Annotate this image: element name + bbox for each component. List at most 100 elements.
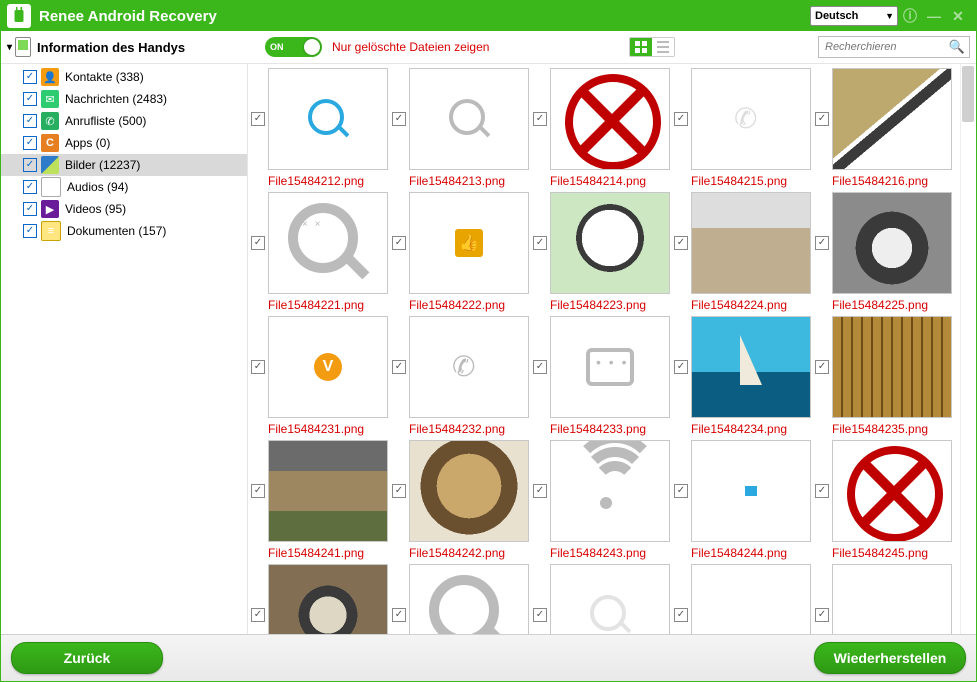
file-cell[interactable]: ✓File15484251.png: [250, 562, 391, 634]
checkbox[interactable]: ✓: [23, 202, 37, 216]
file-cell[interactable]: ✓File15484214.png: [532, 66, 673, 188]
file-thumbnail[interactable]: [268, 68, 388, 170]
info-icon[interactable]: ⓘ: [898, 4, 922, 28]
file-cell[interactable]: ✓File15484245.png: [814, 438, 955, 560]
file-cell[interactable]: ✓File15484244.png: [673, 438, 814, 560]
file-thumbnail[interactable]: [550, 68, 670, 170]
file-cell[interactable]: ✓File15484213.png: [391, 66, 532, 188]
file-checkbox[interactable]: ✓: [251, 608, 265, 622]
sidebar-item-messages[interactable]: ✓✉Nachrichten (2483): [1, 88, 247, 110]
file-checkbox[interactable]: ✓: [815, 360, 829, 374]
sidebar-item-audio[interactable]: ✓▶Audios (94): [1, 176, 247, 198]
file-thumbnail[interactable]: [268, 192, 388, 294]
checkbox[interactable]: ✓: [23, 136, 37, 150]
file-cell[interactable]: ✓File15484242.png: [391, 438, 532, 560]
file-cell[interactable]: ✓File15484252.png: [391, 562, 532, 634]
checkbox[interactable]: ✓: [23, 224, 37, 238]
back-button[interactable]: Zurück: [11, 642, 163, 674]
file-checkbox[interactable]: ✓: [674, 236, 688, 250]
file-thumbnail[interactable]: [832, 68, 952, 170]
sidebar-item-contacts[interactable]: ✓👤Kontakte (338): [1, 66, 247, 88]
file-cell[interactable]: ✓👍File15484222.png: [391, 190, 532, 312]
file-checkbox[interactable]: ✓: [533, 608, 547, 622]
file-thumbnail[interactable]: V: [268, 316, 388, 418]
file-checkbox[interactable]: ✓: [815, 608, 829, 622]
file-checkbox[interactable]: ✓: [533, 236, 547, 250]
file-thumbnail[interactable]: [409, 564, 529, 634]
file-checkbox[interactable]: ✓: [533, 484, 547, 498]
file-cell[interactable]: ✓File15484243.png: [532, 438, 673, 560]
file-cell[interactable]: ✓File15484216.png: [814, 66, 955, 188]
file-checkbox[interactable]: ✓: [674, 608, 688, 622]
file-thumbnail[interactable]: [691, 440, 811, 542]
file-thumbnail[interactable]: [268, 440, 388, 542]
search-icon[interactable]: 🔍: [949, 39, 965, 55]
file-cell[interactable]: ✓File15484241.png: [250, 438, 391, 560]
file-cell[interactable]: ✓File15484221.png: [250, 190, 391, 312]
file-thumbnail[interactable]: ✆: [691, 68, 811, 170]
file-thumbnail[interactable]: [691, 564, 811, 634]
file-checkbox[interactable]: ✓: [533, 360, 547, 374]
checkbox[interactable]: ✓: [23, 180, 37, 194]
close-icon[interactable]: ✕: [946, 4, 970, 28]
file-thumbnail[interactable]: [832, 440, 952, 542]
file-cell[interactable]: ✓File15484233.png: [532, 314, 673, 436]
file-checkbox[interactable]: ✓: [392, 236, 406, 250]
file-cell[interactable]: ✓File15484223.png: [532, 190, 673, 312]
file-thumbnail[interactable]: 👍: [409, 192, 529, 294]
file-cell[interactable]: ✓File15484225.png: [814, 190, 955, 312]
language-select[interactable]: Deutsch ▼: [810, 6, 898, 26]
file-cell[interactable]: ✓File15484255.png: [814, 562, 955, 634]
file-checkbox[interactable]: ✓: [392, 360, 406, 374]
file-thumbnail[interactable]: [409, 440, 529, 542]
sidebar-item-images[interactable]: ✓Bilder (12237): [1, 154, 247, 176]
file-checkbox[interactable]: ✓: [251, 112, 265, 126]
file-cell[interactable]: ✓File15484234.png: [673, 314, 814, 436]
file-thumbnail[interactable]: [409, 68, 529, 170]
grid-view-button[interactable]: [630, 38, 652, 56]
checkbox[interactable]: ✓: [23, 114, 37, 128]
file-cell[interactable]: ✓✆File15484215.png: [673, 66, 814, 188]
file-thumbnail[interactable]: [832, 192, 952, 294]
file-checkbox[interactable]: ✓: [251, 484, 265, 498]
file-checkbox[interactable]: ✓: [533, 112, 547, 126]
file-checkbox[interactable]: ✓: [392, 112, 406, 126]
file-thumbnail[interactable]: [550, 564, 670, 634]
file-thumbnail[interactable]: [550, 192, 670, 294]
file-checkbox[interactable]: ✓: [251, 236, 265, 250]
checkbox[interactable]: ✓: [23, 92, 37, 106]
recover-button[interactable]: Wiederherstellen: [814, 642, 966, 674]
minimize-icon[interactable]: —: [922, 4, 946, 28]
file-thumbnail[interactable]: [832, 564, 952, 634]
file-cell[interactable]: ✓File15484224.png: [673, 190, 814, 312]
search-box[interactable]: 🔍: [818, 36, 970, 58]
list-view-button[interactable]: [652, 38, 674, 56]
file-checkbox[interactable]: ✓: [674, 112, 688, 126]
file-checkbox[interactable]: ✓: [815, 236, 829, 250]
file-cell[interactable]: ✓✆File15484232.png: [391, 314, 532, 436]
file-checkbox[interactable]: ✓: [674, 484, 688, 498]
sidebar-item-apps[interactable]: ✓CApps (0): [1, 132, 247, 154]
file-thumbnail[interactable]: [550, 316, 670, 418]
deleted-only-toggle[interactable]: ON: [265, 37, 322, 57]
checkbox[interactable]: ✓: [23, 158, 37, 172]
file-checkbox[interactable]: ✓: [674, 360, 688, 374]
tree-root[interactable]: ▾ Information des Handys: [7, 37, 251, 57]
file-checkbox[interactable]: ✓: [251, 360, 265, 374]
file-thumbnail[interactable]: [691, 316, 811, 418]
file-cell[interactable]: ✓File15484212.png: [250, 66, 391, 188]
file-checkbox[interactable]: ✓: [815, 112, 829, 126]
checkbox[interactable]: ✓: [23, 70, 37, 84]
file-cell[interactable]: ✓File15484235.png: [814, 314, 955, 436]
scrollbar-thumb[interactable]: [962, 66, 974, 122]
file-cell[interactable]: ✓File15484254.png: [673, 562, 814, 634]
file-checkbox[interactable]: ✓: [392, 484, 406, 498]
sidebar-item-calls[interactable]: ✓✆Anrufliste (500): [1, 110, 247, 132]
file-thumbnail[interactable]: [691, 192, 811, 294]
sidebar-item-doc[interactable]: ✓≡Dokumenten (157): [1, 220, 247, 242]
sidebar-item-video[interactable]: ✓▶Videos (95): [1, 198, 247, 220]
vertical-scrollbar[interactable]: [960, 64, 975, 634]
file-checkbox[interactable]: ✓: [815, 484, 829, 498]
file-cell[interactable]: ✓File15484253.png: [532, 562, 673, 634]
file-thumbnail[interactable]: [550, 440, 670, 542]
